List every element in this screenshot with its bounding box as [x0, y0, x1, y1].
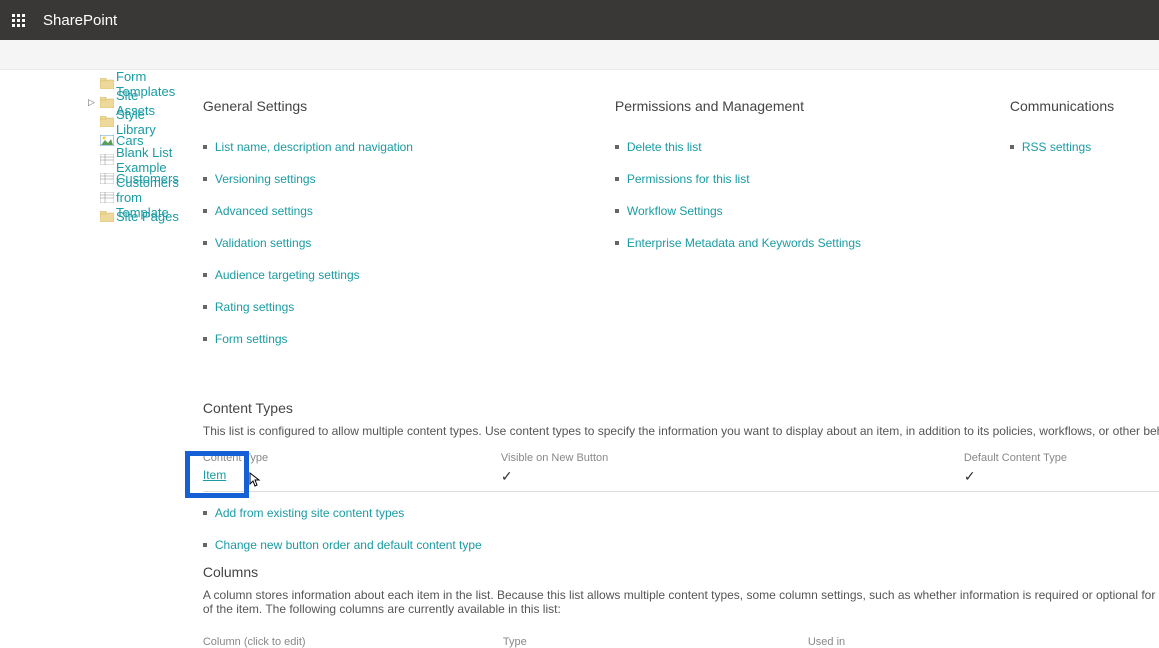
link-metadata[interactable]: Enterprise Metadata and Keywords Setting… [615, 236, 1010, 250]
columns-heading: Columns [203, 564, 1159, 580]
col-header-visible: Visible on New Button [501, 452, 964, 464]
link-advanced[interactable]: Advanced settings [203, 204, 615, 218]
content-types-section: Content Types This list is configured to… [203, 400, 1159, 552]
col-header-column: Column (click to edit) [203, 636, 503, 648]
content-types-table: Content Type Visible on New Button Defau… [203, 452, 1159, 492]
expand-icon[interactable]: ▷ [88, 97, 95, 108]
columns-table-header: Column (click to edit) Type Used in [203, 636, 1159, 648]
brand-label: SharePoint [43, 12, 117, 29]
sidebar-item-style-library[interactable]: Style Library [100, 112, 179, 131]
sidebar-item-blank-list[interactable]: Blank List Example [100, 150, 179, 169]
check-icon: ✓ [964, 468, 976, 484]
section-heading-permissions: Permissions and Management [615, 98, 1010, 114]
link-audience[interactable]: Audience targeting settings [203, 268, 615, 282]
ribbon-bar [0, 40, 1159, 70]
folder-icon [100, 116, 114, 128]
table-header-row: Content Type Visible on New Button Defau… [203, 452, 1159, 464]
section-heading-communications: Communications [1010, 98, 1159, 114]
link-list-name[interactable]: List name, description and navigation [203, 140, 615, 154]
link-rating[interactable]: Rating settings [203, 300, 615, 314]
columns-section: Columns A column stores information abou… [203, 564, 1159, 648]
check-icon: ✓ [501, 468, 513, 484]
link-add-content-types[interactable]: Add from existing site content types [203, 506, 1159, 520]
link-form[interactable]: Form settings [203, 332, 615, 346]
sidebar: Form Templates ▷ Site Assets Style Libra… [0, 74, 189, 648]
link-change-button-order[interactable]: Change new button order and default cont… [203, 538, 1159, 552]
folder-icon [100, 211, 114, 223]
col-header-content-type: Content Type [203, 452, 501, 464]
sidebar-item-label: Site Pages [116, 209, 179, 224]
content-types-actions: Add from existing site content types Cha… [203, 506, 1159, 552]
content-type-link-item[interactable]: Item [203, 468, 501, 485]
folder-icon [100, 97, 114, 109]
content-types-description: This list is configured to allow multipl… [203, 424, 1159, 438]
picture-icon [100, 135, 114, 147]
app-launcher-icon[interactable] [12, 14, 25, 27]
cursor-icon [246, 472, 262, 493]
link-rss[interactable]: RSS settings [1010, 140, 1159, 154]
link-workflow[interactable]: Workflow Settings [615, 204, 1010, 218]
col-header-type: Type [503, 636, 808, 648]
columns-description: A column stores information about each i… [203, 588, 1159, 616]
communications-group: Communications RSS settings [1010, 98, 1159, 364]
link-permissions[interactable]: Permissions for this list [615, 172, 1010, 186]
list-icon [100, 192, 114, 204]
link-versioning[interactable]: Versioning settings [203, 172, 615, 186]
list-icon [100, 154, 114, 166]
main-content: General Settings List name, description … [189, 74, 1159, 648]
permissions-group: Permissions and Management Delete this l… [615, 98, 1010, 364]
section-heading-general: General Settings [203, 98, 615, 114]
sidebar-item-customers-template[interactable]: Customers from Template [100, 188, 179, 207]
sidebar-item-site-pages[interactable]: Site Pages [100, 207, 179, 226]
col-header-default: Default Content Type [964, 452, 1159, 464]
table-row: Item ✓ ✓ [203, 464, 1159, 492]
content-types-heading: Content Types [203, 400, 1159, 416]
col-header-used-in: Used in [808, 636, 1159, 648]
general-settings-group: General Settings List name, description … [203, 98, 615, 364]
list-icon [100, 173, 114, 185]
folder-icon [100, 78, 114, 90]
link-delete-list[interactable]: Delete this list [615, 140, 1010, 154]
global-header: SharePoint [0, 0, 1159, 40]
link-validation[interactable]: Validation settings [203, 236, 615, 250]
